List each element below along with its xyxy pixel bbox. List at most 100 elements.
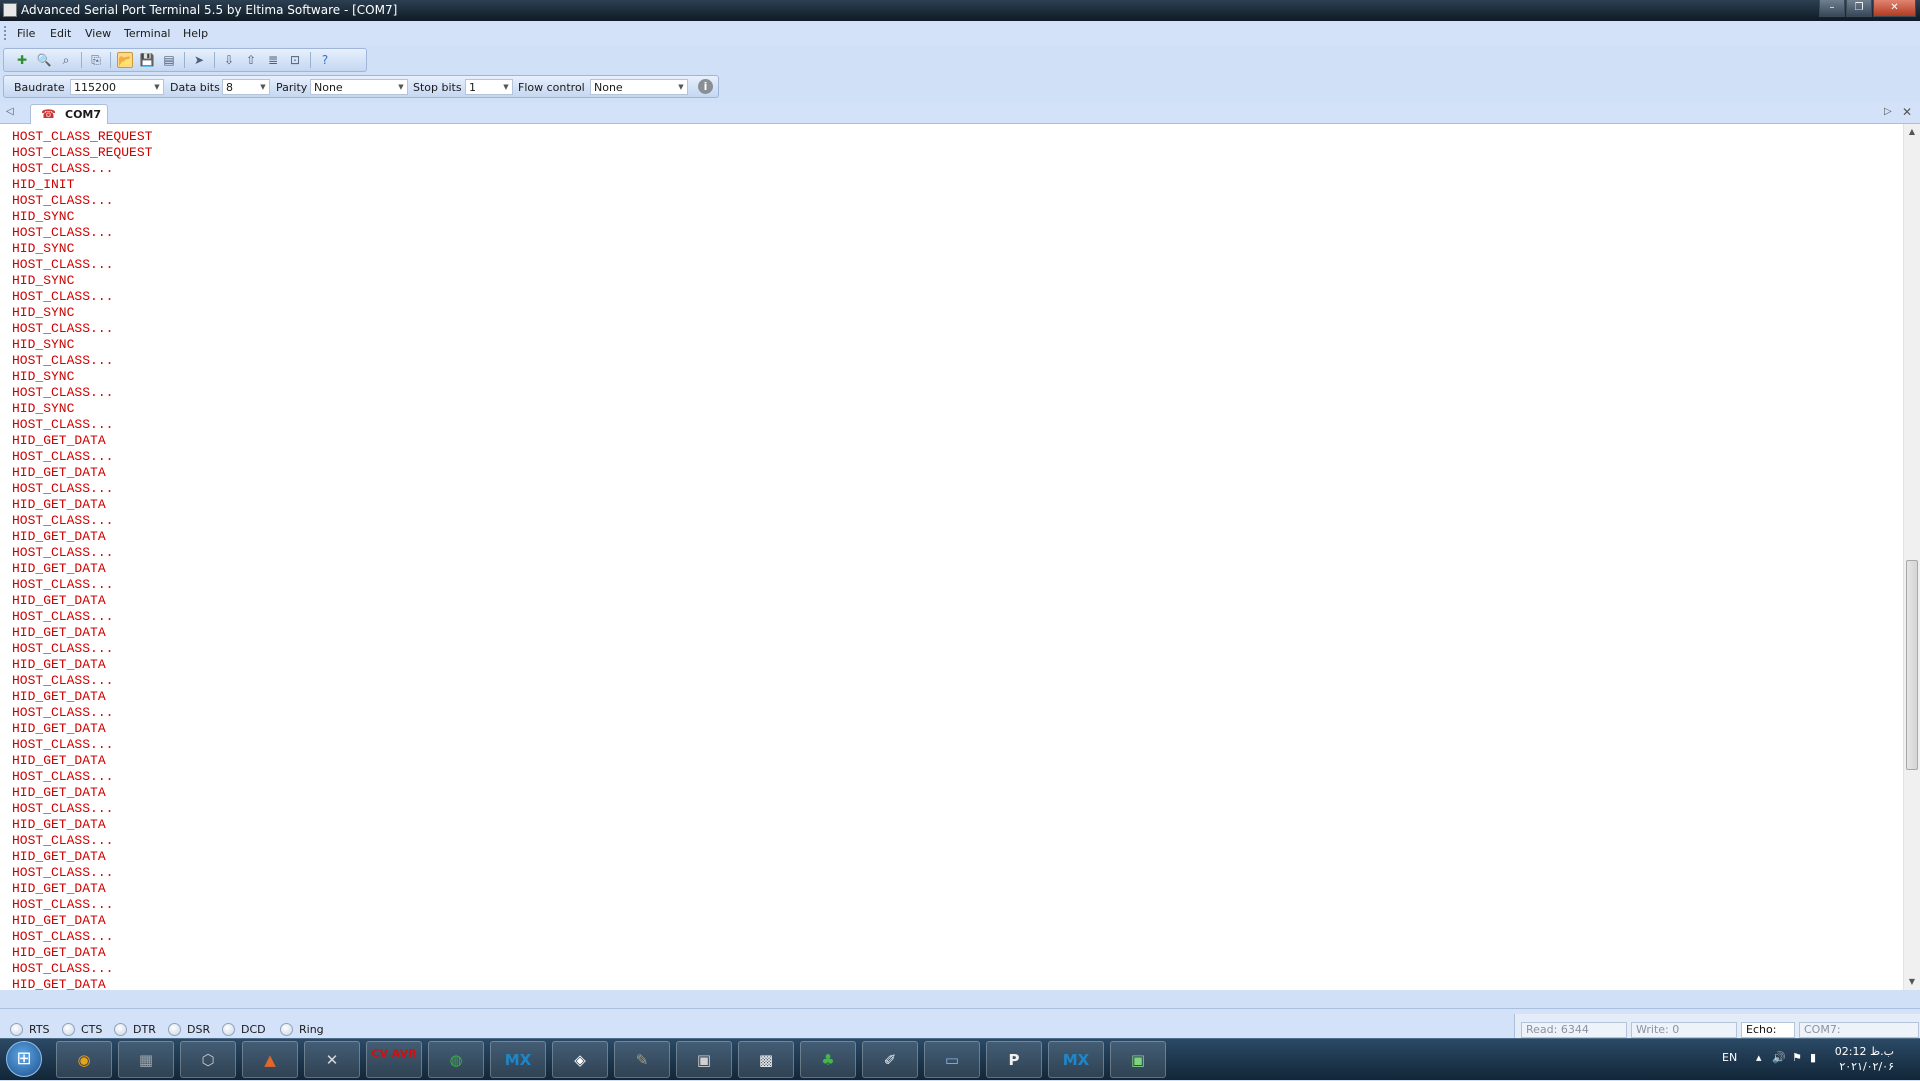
proteus-icon[interactable]: P [986, 1041, 1042, 1078]
window-titlebar: Advanced Serial Port Terminal 5.5 by Elt… [0, 0, 1920, 21]
show-hidden-icons-icon[interactable]: ▴ [1756, 1051, 1762, 1064]
menu-help[interactable]: Help [183, 27, 208, 40]
terminal-line: HOST_CLASS_REQUEST [12, 129, 153, 144]
start-button[interactable]: ⊞ [6, 1041, 42, 1077]
terminal-line: HID_GET_DATA [12, 881, 106, 896]
signal-label: DTR [133, 1023, 156, 1036]
echo-status[interactable]: Echo: off [1741, 1022, 1795, 1050]
chrome-icon[interactable]: ◉ [56, 1041, 112, 1078]
terminal-line: HOST_CLASS... [12, 417, 114, 432]
terminal-line: HOST_CLASS... [12, 545, 114, 560]
baudrate-select[interactable]: 115200 ▼ [70, 79, 164, 95]
capture-icon[interactable]: ⊡ [287, 52, 303, 68]
led-icon [222, 1023, 235, 1036]
menu-terminal[interactable]: Terminal [124, 27, 171, 40]
matlab-icon[interactable]: ▲ [242, 1041, 298, 1078]
ruler-icon[interactable]: ✐ [862, 1041, 918, 1078]
copy-icon[interactable]: ⎘ [88, 52, 104, 68]
scroll-thumb[interactable] [1906, 560, 1918, 770]
led-icon [114, 1023, 127, 1036]
network-icon[interactable]: ▮ [1810, 1051, 1816, 1064]
terminal-line: HOST_CLASS... [12, 449, 114, 464]
menu-view[interactable]: View [85, 27, 111, 40]
port-status: COM7: 115200,N,8,1 [1799, 1022, 1919, 1050]
clover-icon[interactable]: ♣ [800, 1041, 856, 1078]
chevron-down-icon: ▼ [154, 83, 160, 91]
close-tab-icon[interactable]: ✕ [1902, 105, 1912, 119]
tab-com7[interactable]: ☎ COM7 [30, 104, 108, 124]
find-icon[interactable]: ⌕ [58, 52, 74, 68]
signal-label: DCD [241, 1023, 266, 1036]
explorer-icon[interactable]: ▭ [924, 1041, 980, 1078]
language-indicator[interactable]: EN [1722, 1051, 1737, 1064]
system-tray: EN ▴ 🔊 ⚑ ▮ 02:12 ب.ظ ۲۰۲۱/۰۲/۰۶ [1660, 1039, 1920, 1081]
terminal-line: HID_SYNC [12, 209, 75, 224]
terminal-output[interactable]: HOST_CLASS_REQUEST HOST_CLASS_REQUEST HOST… [0, 124, 1920, 990]
read-counter: Read: 6344 [1521, 1022, 1627, 1038]
info-icon[interactable]: i [698, 79, 713, 94]
menu-grip[interactable] [4, 26, 8, 40]
window-title: Advanced Serial Port Terminal 5.5 by Elt… [21, 3, 398, 17]
action-center-flag-icon[interactable]: ⚑ [1792, 1051, 1802, 1064]
close-button[interactable]: ✕ [1873, 0, 1916, 17]
unity-icon[interactable]: ◈ [552, 1041, 608, 1078]
stopbits-select[interactable]: 1 ▼ [465, 79, 513, 95]
parity-select[interactable]: None ▼ [310, 79, 408, 95]
terminal-line: HOST_CLASS... [12, 737, 114, 752]
oscilloscope-icon[interactable]: ▩ [738, 1041, 794, 1078]
taskbar: ⊞ ◉ ▦ ⬡ ▲ ✕ CV AVR ◍ MX ◈ ✎ ▣ ▩ ♣ ✐ ▭ P MX ▣ EN ▴ 🔊 ⚑ ▮ 0… [0, 1038, 1920, 1080]
signal-label: RTS [29, 1023, 50, 1036]
terminal-line: HOST_CLASS... [12, 353, 114, 368]
new-connection-icon[interactable]: ✚ [14, 52, 30, 68]
databits-label: Data bits [170, 81, 220, 94]
terminal-line: HOST_CLASS... [12, 161, 114, 176]
open-folder-icon[interactable]: 📂 [117, 52, 133, 68]
scroll-up-icon[interactable]: ▲ [1904, 124, 1920, 140]
terminal-line: HOST_CLASS... [12, 513, 114, 528]
signal-label: Ring [299, 1023, 324, 1036]
mx2-icon[interactable]: MX [1048, 1041, 1104, 1078]
menu-file[interactable]: File [17, 27, 35, 40]
menu-edit[interactable]: Edit [50, 27, 71, 40]
terminal-line: HOST_CLASS... [12, 225, 114, 240]
terminal-line: HOST_CLASS... [12, 673, 114, 688]
window-icon[interactable]: ▤ [161, 52, 177, 68]
log-icon[interactable]: ≣ [265, 52, 281, 68]
vertical-scrollbar[interactable]: ▲ ▼ [1903, 124, 1920, 990]
zoom-icon[interactable]: 🔍 [36, 52, 52, 68]
flow-control-select[interactable]: None ▼ [590, 79, 688, 95]
chevron-down-icon: ▼ [260, 83, 266, 91]
scroll-down-icon[interactable]: ▼ [1904, 974, 1920, 990]
volume-icon[interactable]: 🔊 [1772, 1051, 1786, 1064]
tab-scroll-left-icon[interactable]: ◁ [6, 106, 14, 117]
import-icon[interactable]: ⇩ [221, 52, 237, 68]
send-icon[interactable]: ➤ [191, 52, 207, 68]
terminal-line: HOST_CLASS... [12, 833, 114, 848]
clock[interactable]: 02:12 ب.ظ ۲۰۲۱/۰۲/۰۶ [1835, 1044, 1894, 1074]
x-app-icon[interactable]: ✕ [304, 1041, 360, 1078]
save-icon[interactable]: 💾 [139, 52, 155, 68]
parity-value: None [314, 81, 343, 94]
terminal-line: HID_SYNC [12, 241, 75, 256]
chevron-down-icon: ▼ [678, 83, 684, 91]
tab-scroll-right-icon[interactable]: ▷ [1884, 106, 1892, 117]
export-icon[interactable]: ⇧ [243, 52, 259, 68]
minimize-button[interactable]: – [1819, 0, 1845, 17]
stopbits-label: Stop bits [413, 81, 462, 94]
terminal-icon[interactable]: ▣ [676, 1041, 732, 1078]
help-icon[interactable]: ? [317, 52, 333, 68]
mx-icon[interactable]: MX [490, 1041, 546, 1078]
chevron-down-icon: ▼ [398, 83, 404, 91]
3d-box-icon[interactable]: ⬡ [180, 1041, 236, 1078]
toolbar-separator [81, 52, 82, 68]
earth-icon[interactable]: ◍ [428, 1041, 484, 1078]
maximize-button[interactable]: ❐ [1846, 0, 1872, 17]
serial-terminal-icon[interactable]: ▣ [1110, 1041, 1166, 1078]
calculator-icon[interactable]: ▦ [118, 1041, 174, 1078]
baudrate-value: 115200 [74, 81, 116, 94]
app-icon [3, 3, 17, 17]
databits-select[interactable]: 8 ▼ [222, 79, 270, 95]
cvavr-icon[interactable]: CV AVR [366, 1041, 422, 1078]
toolbar-separator [214, 52, 215, 68]
pen-tool-icon[interactable]: ✎ [614, 1041, 670, 1078]
